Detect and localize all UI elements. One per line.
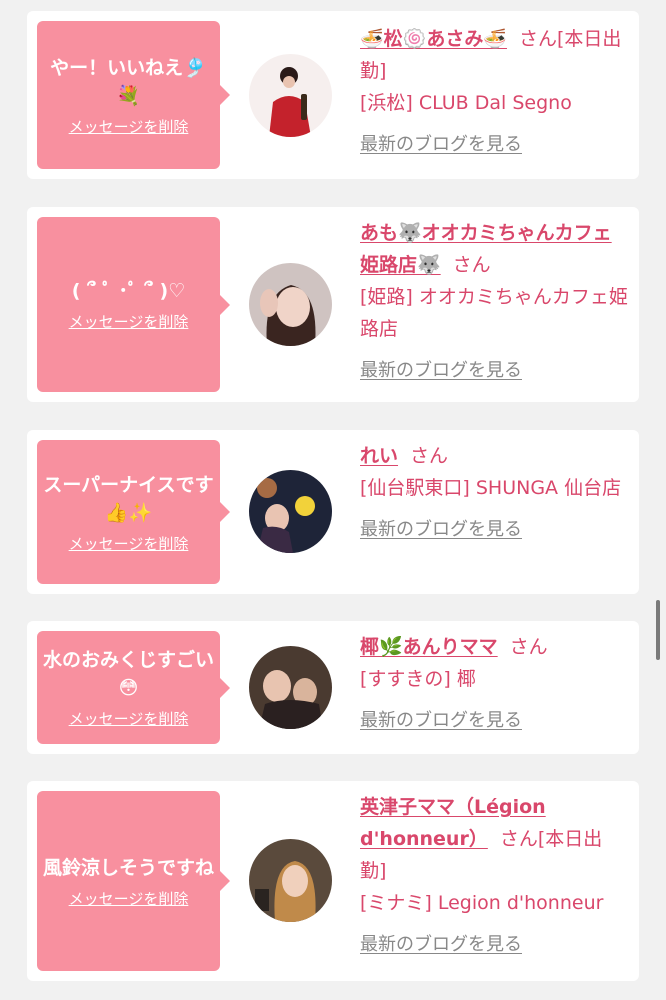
san-label: さん (518, 28, 557, 50)
san-label: さん (410, 445, 449, 467)
message-card: スーパーナイスです👍✨ メッセージを削除 れい さん [仙台駅東口] SHUNGA… (27, 430, 639, 594)
cast-info: れい さん [仙台駅東口] SHUNGA 仙台店 最新のブログを見る (360, 440, 628, 546)
blog-link[interactable]: 最新のブログを見る (360, 129, 628, 161)
scrollbar[interactable] (656, 600, 660, 660)
message-card: やー！いいねえ🎐💐 メッセージを削除 🍜松🍥あさみ🍜 さん[本日出勤] [浜松] … (27, 11, 639, 179)
avatar-image (249, 646, 332, 729)
cast-name-link[interactable]: 🍜松🍥あさみ🍜 (360, 28, 507, 50)
message-bubble: 水のおみくじすごい😳 メッセージを削除 (37, 631, 230, 744)
delete-message-link[interactable]: メッセージを削除 (69, 311, 189, 332)
message-text: やー！いいねえ🎐💐 (50, 56, 207, 107)
cast-info: あも🐺オオカミちゃんカフェ姫路店🐺 さん [姫路] オオカミちゃんカフェ姫路店 最… (360, 217, 628, 387)
avatar[interactable] (249, 54, 332, 137)
delete-message-link[interactable]: メッセージを削除 (69, 533, 189, 554)
blog-link[interactable]: 最新のブログを見る (360, 355, 628, 387)
avatar[interactable] (249, 470, 332, 553)
cast-name-link[interactable]: れい (360, 445, 398, 467)
avatar-image (249, 54, 332, 137)
message-bubble: スーパーナイスです👍✨ メッセージを削除 (37, 440, 230, 584)
blog-link[interactable]: 最新のブログを見る (360, 929, 628, 961)
message-text: 水のおみくじすごい😳 (43, 649, 215, 699)
cast-info: 椰🌿あんりママ さん [すすきの] 椰 最新のブログを見る (360, 631, 628, 737)
avatar-image (249, 263, 332, 346)
avatar-image (249, 470, 332, 553)
avatar[interactable] (249, 646, 332, 729)
shop-label: [ミナミ] Legion d'honneur (360, 892, 604, 914)
shop-label: [すすきの] 椰 (360, 668, 476, 690)
cast-info: 英津子ママ（Légion d'honneur） さん[本日出勤] [ミナミ] Le… (360, 791, 628, 961)
blog-link[interactable]: 最新のブログを見る (360, 514, 628, 546)
san-label: さん (452, 254, 491, 276)
delete-message-link[interactable]: メッセージを削除 (69, 116, 189, 137)
blog-link[interactable]: 最新のブログを見る (360, 705, 628, 737)
shop-label: [仙台駅東口] SHUNGA 仙台店 (360, 477, 622, 499)
message-bubble: 風鈴涼しそうですね メッセージを削除 (37, 791, 230, 971)
message-text: ( ՞ ﾟ ･ﾟ ՞ )♡ (71, 280, 186, 302)
message-text: 風鈴涼しそうですね (43, 856, 215, 879)
avatar-image (249, 839, 332, 922)
cast-info: 🍜松🍥あさみ🍜 さん[本日出勤] [浜松] CLUB Dal Segno 最新のブ… (360, 23, 628, 161)
delete-message-link[interactable]: メッセージを削除 (69, 888, 189, 909)
message-text: スーパーナイスです👍✨ (43, 473, 214, 524)
message-card: 水のおみくじすごい😳 メッセージを削除 椰🌿あんりママ さん [すすきの] 椰 最… (27, 621, 639, 754)
shop-label: [姫路] オオカミちゃんカフェ姫路店 (360, 286, 628, 340)
shop-label: [浜松] CLUB Dal Segno (360, 92, 572, 114)
message-card: 風鈴涼しそうですね メッセージを削除 英津子ママ（Légion d'honneu… (27, 781, 639, 981)
avatar[interactable] (249, 839, 332, 922)
message-bubble: ( ՞ ﾟ ･ﾟ ՞ )♡ メッセージを削除 (37, 217, 230, 392)
san-label: さん (499, 828, 538, 850)
message-card: ( ՞ ﾟ ･ﾟ ՞ )♡ メッセージを削除 あも🐺オオカミちゃんカフェ姫路店🐺… (27, 207, 639, 402)
avatar[interactable] (249, 263, 332, 346)
delete-message-link[interactable]: メッセージを削除 (69, 708, 189, 729)
message-bubble: やー！いいねえ🎐💐 メッセージを削除 (37, 21, 230, 169)
san-label: さん (509, 636, 548, 658)
cast-name-link[interactable]: 椰🌿あんりママ (360, 636, 498, 658)
